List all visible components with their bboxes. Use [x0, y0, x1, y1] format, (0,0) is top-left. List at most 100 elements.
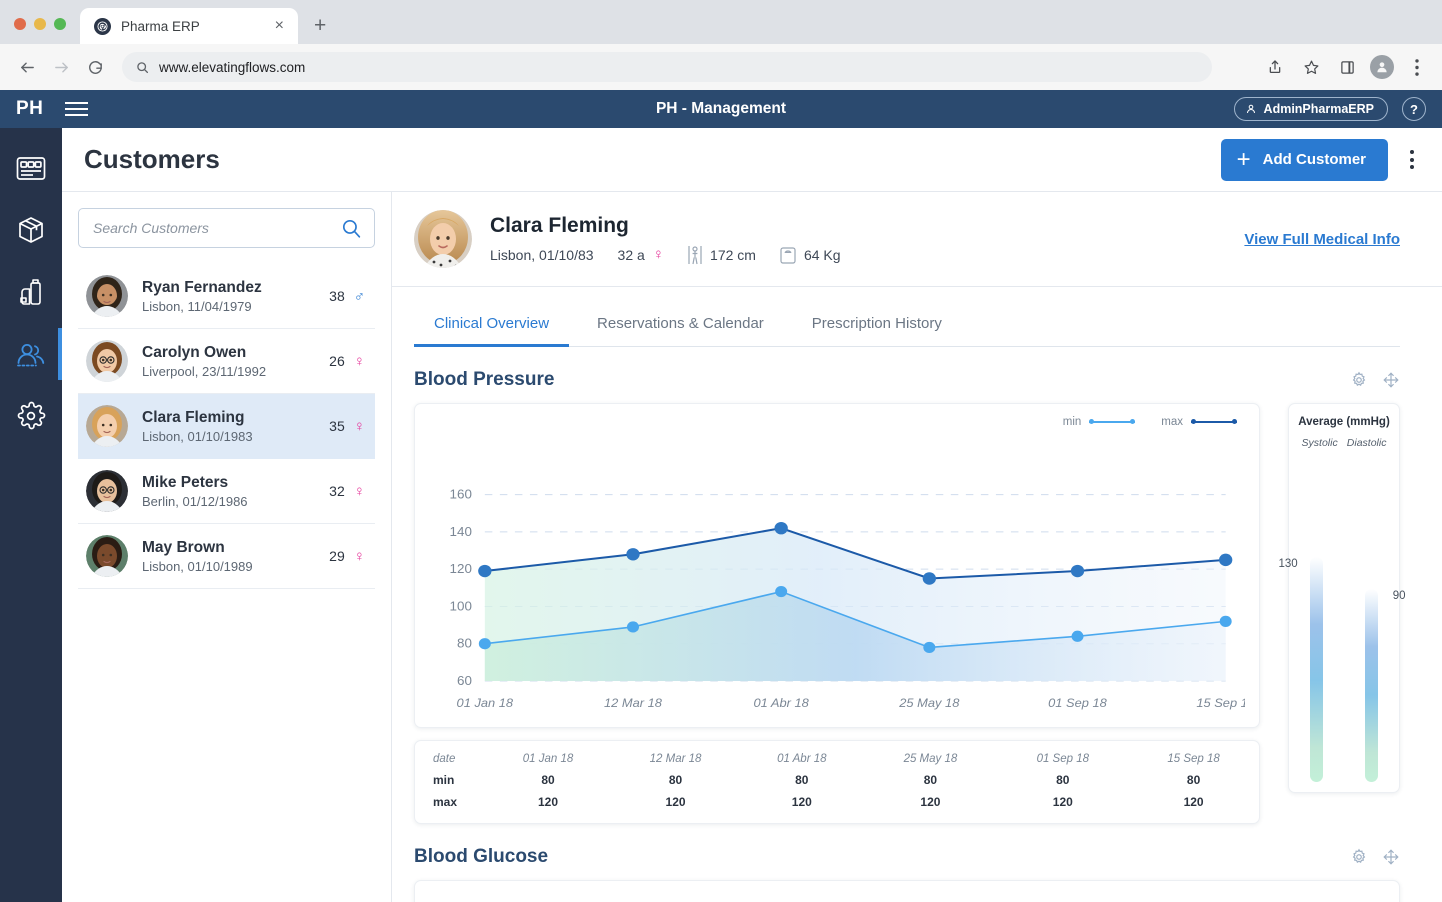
- table-cell: 80: [668, 773, 683, 787]
- back-arrow-icon[interactable]: [12, 52, 42, 82]
- three-dot-menu-icon[interactable]: [1404, 54, 1430, 80]
- svg-text:01 Jan 18: 01 Jan 18: [457, 696, 514, 709]
- side-panel-icon[interactable]: [1334, 54, 1360, 80]
- maximize-window-button[interactable]: [54, 18, 66, 30]
- customer-info: May Brown Lisbon, 01/10/1989: [142, 538, 315, 574]
- table-cell: 01 Jan 18: [522, 753, 574, 765]
- user-account-chip[interactable]: AdminPharmaERP: [1233, 97, 1388, 121]
- search-customers-box[interactable]: [78, 208, 375, 248]
- customer-meta: 35 ♀: [329, 418, 365, 434]
- customer-sex-icon: ♀: [353, 352, 365, 370]
- menu-hamburger-icon[interactable]: [65, 102, 89, 116]
- page-toolbar: Customers + Add Customer: [62, 128, 1442, 192]
- customer-name: Carolyn Owen: [142, 343, 247, 361]
- table-cell: 80: [923, 773, 938, 787]
- customer-info: Mike Peters Berlin, 01/12/1986: [142, 473, 315, 509]
- customer-list-item[interactable]: Clara Fleming Lisbon, 01/10/1983 35 ♀: [78, 394, 375, 459]
- patient-name: Clara Fleming: [490, 213, 629, 237]
- table-cell: 120: [665, 795, 686, 809]
- patient-height-fact: 172 cm: [688, 245, 756, 265]
- svg-text:140: 140: [450, 524, 472, 538]
- customer-sex-icon: ♀: [353, 482, 365, 500]
- customer-meta: 38 ♂: [329, 288, 365, 304]
- detail-tabs: Clinical Overview Reservations & Calendar…: [414, 305, 1400, 347]
- customer-list-item[interactable]: Ryan Fernandez Lisbon, 11/04/1979 38 ♂: [78, 264, 375, 329]
- blood-pressure-chart-column: min max 60 80 100 120 140 160 01 Jan 18 …: [414, 403, 1260, 824]
- forward-arrow-icon[interactable]: [46, 52, 76, 82]
- tab-prescription-history[interactable]: Prescription History: [792, 305, 962, 347]
- customer-info: Clara Fleming Lisbon, 01/10/1983: [142, 408, 315, 444]
- view-full-medical-info-link[interactable]: View Full Medical Info: [1244, 231, 1400, 248]
- move-arrows-icon[interactable]: [1382, 371, 1400, 389]
- move-arrows-icon[interactable]: [1382, 848, 1400, 866]
- customer-sex-icon: ♀: [353, 547, 365, 565]
- sidebar-item-inventory[interactable]: [0, 204, 62, 256]
- blood-pressure-table-card: date 01 Jan 18 12 Mar 18 01 Abr 18 25 May 18…: [414, 740, 1260, 824]
- section-tools: [1350, 848, 1400, 866]
- people-icon: [15, 341, 47, 367]
- star-icon[interactable]: [1298, 54, 1324, 80]
- svg-text:120: 120: [450, 562, 472, 576]
- blood-pressure-chart[interactable]: 60 80 100 120 140 160 01 Jan 18 12 Mar 18 01 Abr…: [429, 414, 1245, 719]
- minimize-window-button[interactable]: [34, 18, 46, 30]
- svg-text:01 Abr 18: 01 Abr 18: [753, 696, 808, 709]
- share-icon[interactable]: [1262, 54, 1288, 80]
- clinical-scroll-area[interactable]: Clinical Overview Reservations & Calendar…: [392, 287, 1442, 902]
- sidebar-item-dashboard[interactable]: [0, 142, 62, 194]
- tab-clinical-overview[interactable]: Clinical Overview: [414, 305, 570, 347]
- customer-sex-icon: ♂: [353, 287, 365, 305]
- help-button[interactable]: ?: [1402, 97, 1426, 121]
- customer-name: Mike Peters: [142, 473, 229, 491]
- patient-height: 172 cm: [710, 246, 756, 263]
- gear-icon: [16, 401, 46, 431]
- tab-close-icon[interactable]: ×: [271, 16, 288, 36]
- systolic-bar: [1310, 557, 1323, 782]
- customer-list-item[interactable]: May Brown Lisbon, 01/10/1989 29 ♀: [78, 524, 375, 589]
- tab-reservations-calendar[interactable]: Reservations & Calendar: [577, 305, 784, 347]
- customer-list-item[interactable]: Carolyn Owen Liverpool, 23/11/1992 26 ♀: [78, 329, 375, 394]
- search-input[interactable]: [93, 220, 341, 236]
- customer-list-item[interactable]: Mike Peters Berlin, 01/12/1986 32 ♀: [78, 459, 375, 524]
- close-window-button[interactable]: [14, 18, 26, 30]
- legend-max-swatch: [1191, 418, 1237, 427]
- patient-avatar: [414, 210, 472, 268]
- table-row-label: date: [433, 753, 456, 765]
- svg-text:01 Sep 18: 01 Sep 18: [1048, 696, 1107, 709]
- table-cell: 01 Sep 18: [1036, 753, 1089, 765]
- browser-tabstrip: Pharma ERP × +: [0, 0, 1442, 44]
- reload-icon[interactable]: [80, 52, 110, 82]
- toolbar-icons: [1262, 54, 1430, 80]
- sidebar-item-customers[interactable]: [0, 328, 62, 380]
- blood-glucose-chart-card[interactable]: min max: [414, 880, 1400, 902]
- header-right-group: AdminPharmaERP ?: [1233, 97, 1426, 121]
- search-icon[interactable]: [341, 218, 362, 239]
- customer-age: 26: [329, 353, 345, 369]
- box-icon: [16, 215, 46, 245]
- address-bar[interactable]: www.elevatingflows.com: [122, 52, 1212, 82]
- patient-detail-panel: Clara Fleming Lisbon, 01/10/83 32 a ♀ 17…: [392, 192, 1442, 902]
- address-bar-url: www.elevatingflows.com: [159, 59, 306, 75]
- customer-info: Carolyn Owen Liverpool, 23/11/1992: [142, 343, 315, 379]
- legend-max: max: [1161, 416, 1237, 428]
- sidebar-item-settings[interactable]: [0, 390, 62, 442]
- window-traffic-lights[interactable]: [14, 18, 80, 44]
- systolic-bar-column: 130: [1279, 454, 1337, 782]
- legend-min-label: min: [1062, 416, 1082, 428]
- app-header: PH PH - Management AdminPharmaERP ?: [0, 90, 1442, 128]
- patient-age: 32 a: [617, 246, 645, 263]
- content-split: Ryan Fernandez Lisbon, 11/04/1979 38 ♂ C…: [62, 192, 1442, 902]
- table-cell: 120: [1183, 795, 1204, 809]
- svg-text:80: 80: [457, 636, 472, 650]
- add-customer-button[interactable]: + Add Customer: [1220, 138, 1388, 181]
- browser-tab[interactable]: Pharma ERP ×: [80, 8, 298, 44]
- patient-weight: 64 Kg: [803, 246, 841, 263]
- profile-avatar-icon[interactable]: [1370, 55, 1394, 79]
- gear-icon[interactable]: [1350, 848, 1368, 866]
- kebab-menu-icon[interactable]: [1404, 144, 1420, 175]
- table-cell: 120: [920, 795, 941, 809]
- blood-pressure-table: date 01 Jan 18 12 Mar 18 01 Abr 18 25 May 18…: [415, 749, 1259, 813]
- new-tab-button[interactable]: +: [314, 15, 326, 36]
- average-panel-title: Average (mmHg): [1298, 416, 1390, 428]
- gear-icon[interactable]: [1350, 371, 1368, 389]
- sidebar-item-products[interactable]: [0, 266, 62, 318]
